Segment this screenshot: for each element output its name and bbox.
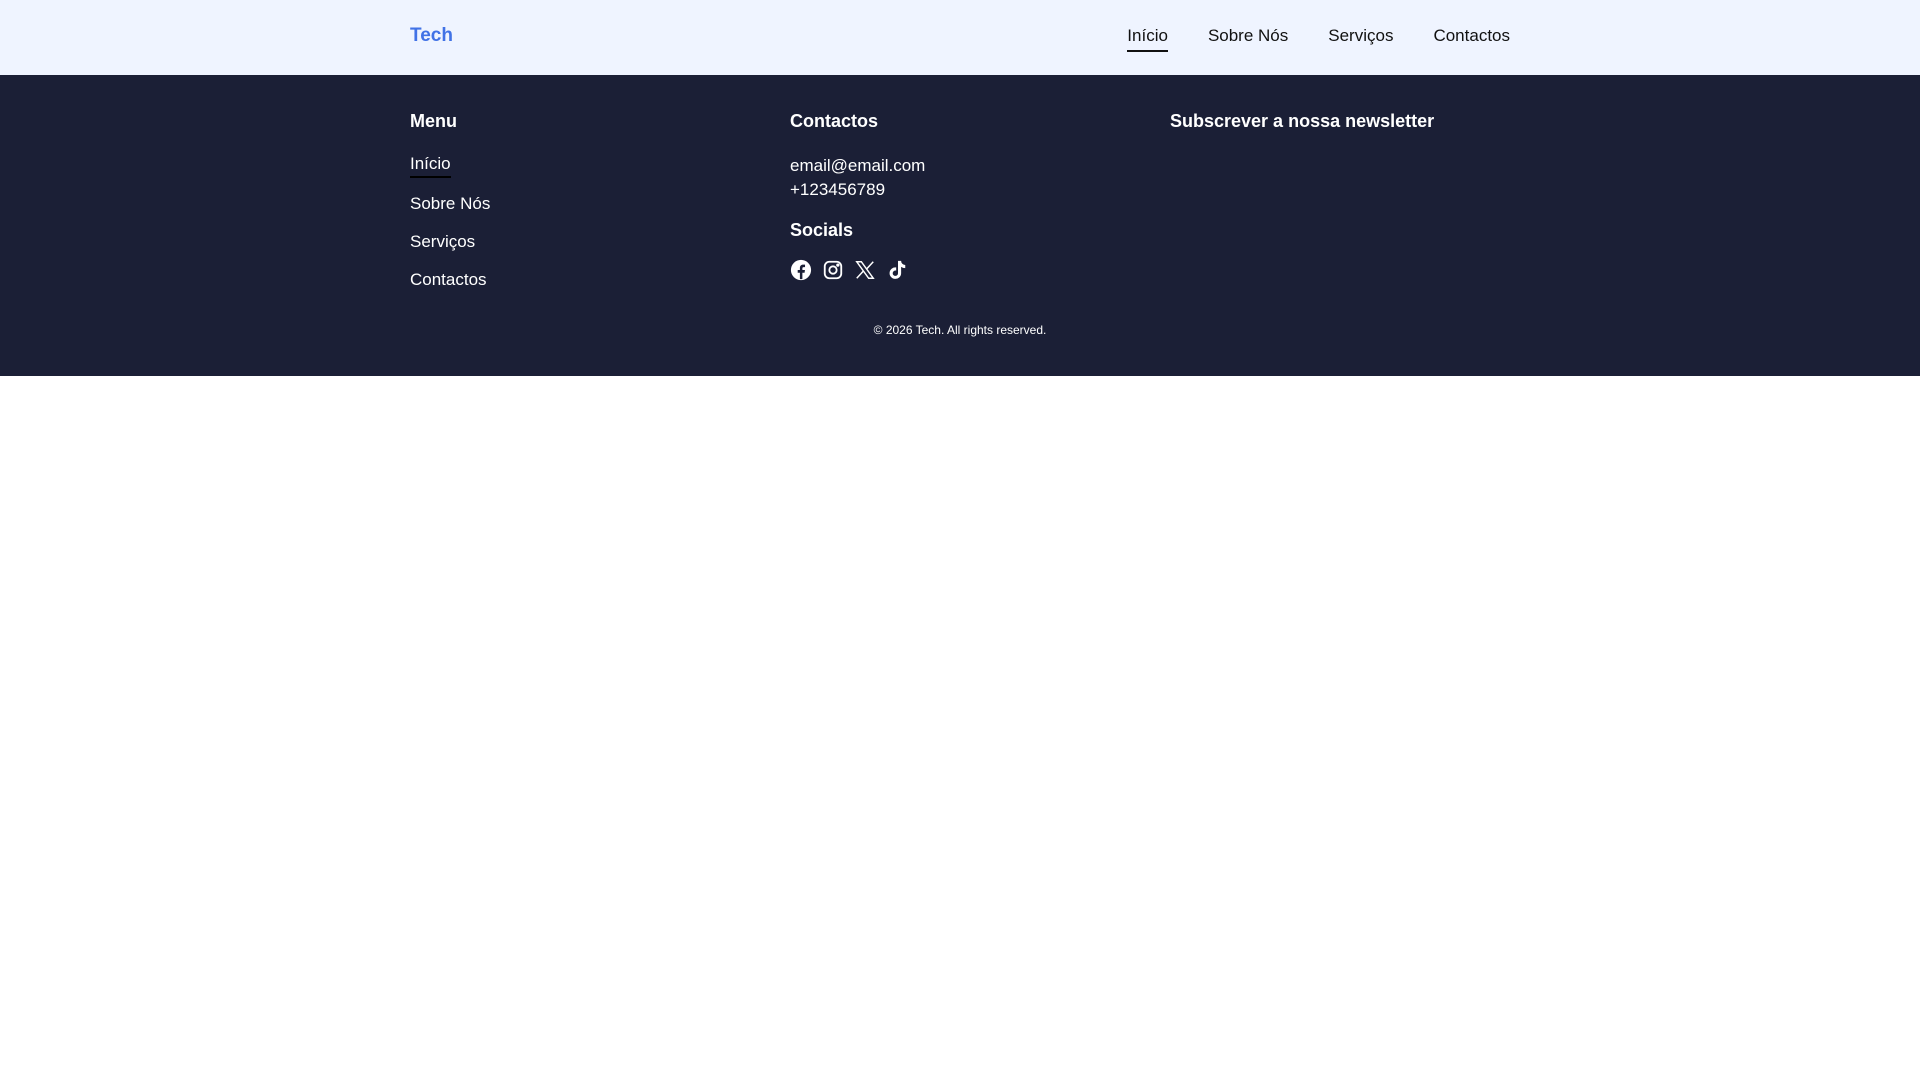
- main-nav: Início Sobre Nós Serviços Contactos: [1127, 26, 1510, 52]
- footer-link-contactos[interactable]: Contactos: [410, 270, 487, 292]
- footer-newsletter: Subscrever a nossa newsletter: [1170, 111, 1550, 132]
- footer-menu: Menu Início Sobre Nós Serviços Contactos: [410, 111, 790, 292]
- contact-phone: +123456789: [790, 180, 886, 199]
- site-header: Tech Início Sobre Nós Serviços Contactos: [0, 0, 1920, 75]
- nav-servicos[interactable]: Serviços: [1328, 26, 1393, 52]
- footer-link-inicio[interactable]: Início: [410, 154, 451, 178]
- contact-email: email@email.com: [790, 156, 926, 175]
- footer-link-sobre-nos[interactable]: Sobre Nós: [410, 194, 490, 216]
- footer-contacts-title: Contactos: [790, 111, 879, 131]
- facebook-icon[interactable]: [790, 259, 812, 281]
- footer-contacts: Contactos email@email.com +123456789 Soc…: [790, 111, 1170, 281]
- nav-sobre-nos[interactable]: Sobre Nós: [1208, 26, 1288, 52]
- footer-link-servicos[interactable]: Serviços: [410, 232, 475, 254]
- nav-contactos[interactable]: Contactos: [1433, 26, 1510, 52]
- logo-link[interactable]: Tech: [410, 25, 453, 47]
- site-footer: Menu Início Sobre Nós Serviços Contactos…: [0, 75, 1920, 376]
- x-icon[interactable]: [854, 259, 876, 281]
- nav-inicio[interactable]: Início: [1127, 26, 1168, 52]
- instagram-icon[interactable]: [822, 259, 844, 281]
- social-icons: [790, 259, 1170, 281]
- tiktok-icon[interactable]: [886, 259, 908, 281]
- footer-menu-title: Menu: [410, 111, 457, 131]
- copyright: © 2026 Tech. All rights reserved.: [873, 323, 1047, 337]
- newsletter-title: Subscrever a nossa newsletter: [1170, 111, 1435, 131]
- socials-title: Socials: [790, 220, 854, 240]
